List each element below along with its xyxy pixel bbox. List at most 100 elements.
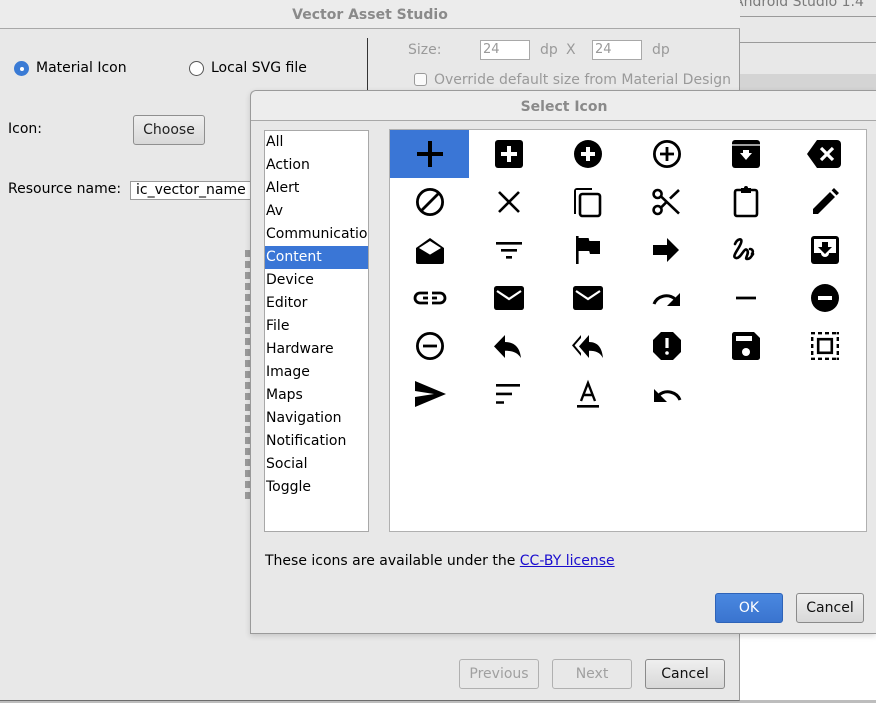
icon-cell-forward[interactable] xyxy=(627,226,706,274)
category-list[interactable]: All Action Alert Av Communication Content Devi… xyxy=(264,130,369,532)
icon-cell-gesture[interactable] xyxy=(706,226,785,274)
icon-cell-flag[interactable] xyxy=(548,226,627,274)
icon-cell-add-box[interactable] xyxy=(469,130,548,178)
cc-by-license-link[interactable]: CC-BY license xyxy=(520,553,615,569)
icon-cell-markunread[interactable] xyxy=(548,274,627,322)
category-item-maps[interactable]: Maps xyxy=(265,384,368,407)
gesture-icon xyxy=(732,238,754,261)
next-button[interactable]: Next xyxy=(552,659,632,689)
icon-grid[interactable] xyxy=(389,129,867,532)
category-item-toggle[interactable]: Toggle xyxy=(265,476,368,499)
icon-cell-remove[interactable] xyxy=(706,274,785,322)
icon-cell-reply[interactable] xyxy=(469,322,548,370)
local-svg-radio[interactable]: Local SVG file xyxy=(189,60,307,76)
icon-cell-inbox[interactable] xyxy=(785,226,864,274)
category-item-editor[interactable]: Editor xyxy=(265,292,368,315)
icon-cell-content-paste[interactable] xyxy=(706,178,785,226)
filter-list-icon xyxy=(495,242,522,259)
icon-cell-filter-list[interactable] xyxy=(469,226,548,274)
category-item-social[interactable]: Social xyxy=(265,453,368,476)
material-icon-radio[interactable]: Material Icon xyxy=(14,60,127,76)
remove-icon xyxy=(735,296,756,300)
inbox-icon xyxy=(810,236,839,264)
screen: Android Studio 1.4 Vector Asset Studio M… xyxy=(0,0,876,703)
icon-cell-drafts[interactable] xyxy=(390,226,469,274)
category-item-file[interactable]: File xyxy=(265,315,368,338)
icon-cell-sort[interactable] xyxy=(469,370,548,418)
drafts-icon xyxy=(415,238,444,264)
clear-icon xyxy=(497,191,520,213)
icon-cell-backspace[interactable] xyxy=(785,130,864,178)
icon-cell-create[interactable] xyxy=(785,178,864,226)
background-window-title-text: Android Studio 1.4 xyxy=(736,0,864,10)
width-input[interactable]: 24 xyxy=(480,40,530,60)
choose-button[interactable]: Choose xyxy=(133,115,205,145)
size-label: Size: xyxy=(408,42,442,58)
radio-selected-icon[interactable] xyxy=(14,60,29,76)
link-icon xyxy=(413,291,446,305)
create-icon xyxy=(812,188,839,214)
editor-area xyxy=(736,633,876,701)
icon-cell-redo[interactable] xyxy=(627,274,706,322)
archive-icon xyxy=(731,140,760,168)
icon-cell-text-format[interactable] xyxy=(548,370,627,418)
text-format-icon xyxy=(576,379,599,408)
icon-cell-remove-circle[interactable] xyxy=(785,274,864,322)
background-window-title: Android Studio 1.4 xyxy=(736,0,876,16)
category-item-alert[interactable]: Alert xyxy=(265,177,368,200)
icon-cell-send[interactable] xyxy=(390,370,469,418)
category-item-content[interactable]: Content xyxy=(265,246,368,269)
block-icon xyxy=(415,187,444,217)
icon-cell-add-circle-outline[interactable] xyxy=(627,130,706,178)
content-paste-icon xyxy=(733,186,758,218)
icon-cell-save[interactable] xyxy=(706,322,785,370)
reply-all-icon xyxy=(571,335,603,358)
content-copy-icon xyxy=(573,188,601,218)
reply-icon xyxy=(493,335,521,358)
icon-cell-clear[interactable] xyxy=(469,178,548,226)
select-icon-dialog: Select Icon All Action Alert Av Communicatio… xyxy=(250,90,876,634)
category-item-device[interactable]: Device xyxy=(265,269,368,292)
category-item-action[interactable]: Action xyxy=(265,154,368,177)
icon-cell-content-cut[interactable] xyxy=(627,178,706,226)
icon-cell-archive[interactable] xyxy=(706,130,785,178)
flag-icon xyxy=(575,236,600,264)
backspace-icon xyxy=(806,140,841,168)
icon-cell-mail[interactable] xyxy=(469,274,548,322)
category-item-image[interactable]: Image xyxy=(265,361,368,384)
ok-button[interactable]: OK xyxy=(715,593,783,623)
icon-cell-report[interactable] xyxy=(627,322,706,370)
icon-cell-undo[interactable] xyxy=(627,370,706,418)
icon-cell-reply-all[interactable] xyxy=(548,322,627,370)
icon-label: Icon: xyxy=(8,121,42,137)
category-item-hardware[interactable]: Hardware xyxy=(265,338,368,361)
local-svg-label: Local SVG file xyxy=(211,60,307,76)
category-item-all[interactable]: All xyxy=(265,131,368,154)
icon-cell-block[interactable] xyxy=(390,178,469,226)
width-unit-label: dp xyxy=(540,42,558,58)
toolbar-band xyxy=(736,74,876,90)
cancel-button[interactable]: Cancel xyxy=(796,593,864,623)
license-notice: These icons are available under the CC-B… xyxy=(265,553,615,569)
undo-icon xyxy=(653,389,681,402)
category-item-communication[interactable]: Communication xyxy=(265,223,368,246)
icon-cell-content-copy[interactable] xyxy=(548,178,627,226)
override-size-checkbox[interactable] xyxy=(414,73,427,86)
radio-unselected-icon[interactable] xyxy=(189,60,204,76)
category-item-av[interactable]: Av xyxy=(265,200,368,223)
previous-button[interactable]: Previous xyxy=(459,659,539,689)
wizard-cancel-button[interactable]: Cancel xyxy=(645,659,725,689)
icon-cell-link[interactable] xyxy=(390,274,469,322)
divider xyxy=(736,42,876,43)
add-circle-icon xyxy=(573,140,602,168)
remove-circle-icon xyxy=(810,284,839,312)
category-item-notification[interactable]: Notification xyxy=(265,430,368,453)
icon-cell-remove-circle-outline[interactable] xyxy=(390,322,469,370)
icon-cell-add[interactable] xyxy=(390,130,469,178)
height-input[interactable]: 24 xyxy=(592,40,642,60)
icon-cell-select-all[interactable] xyxy=(785,322,864,370)
resource-name-input[interactable]: ic_vector_name xyxy=(130,181,260,200)
category-item-navigation[interactable]: Navigation xyxy=(265,407,368,430)
icon-cell-add-circle[interactable] xyxy=(548,130,627,178)
height-unit-label: dp xyxy=(652,42,670,58)
